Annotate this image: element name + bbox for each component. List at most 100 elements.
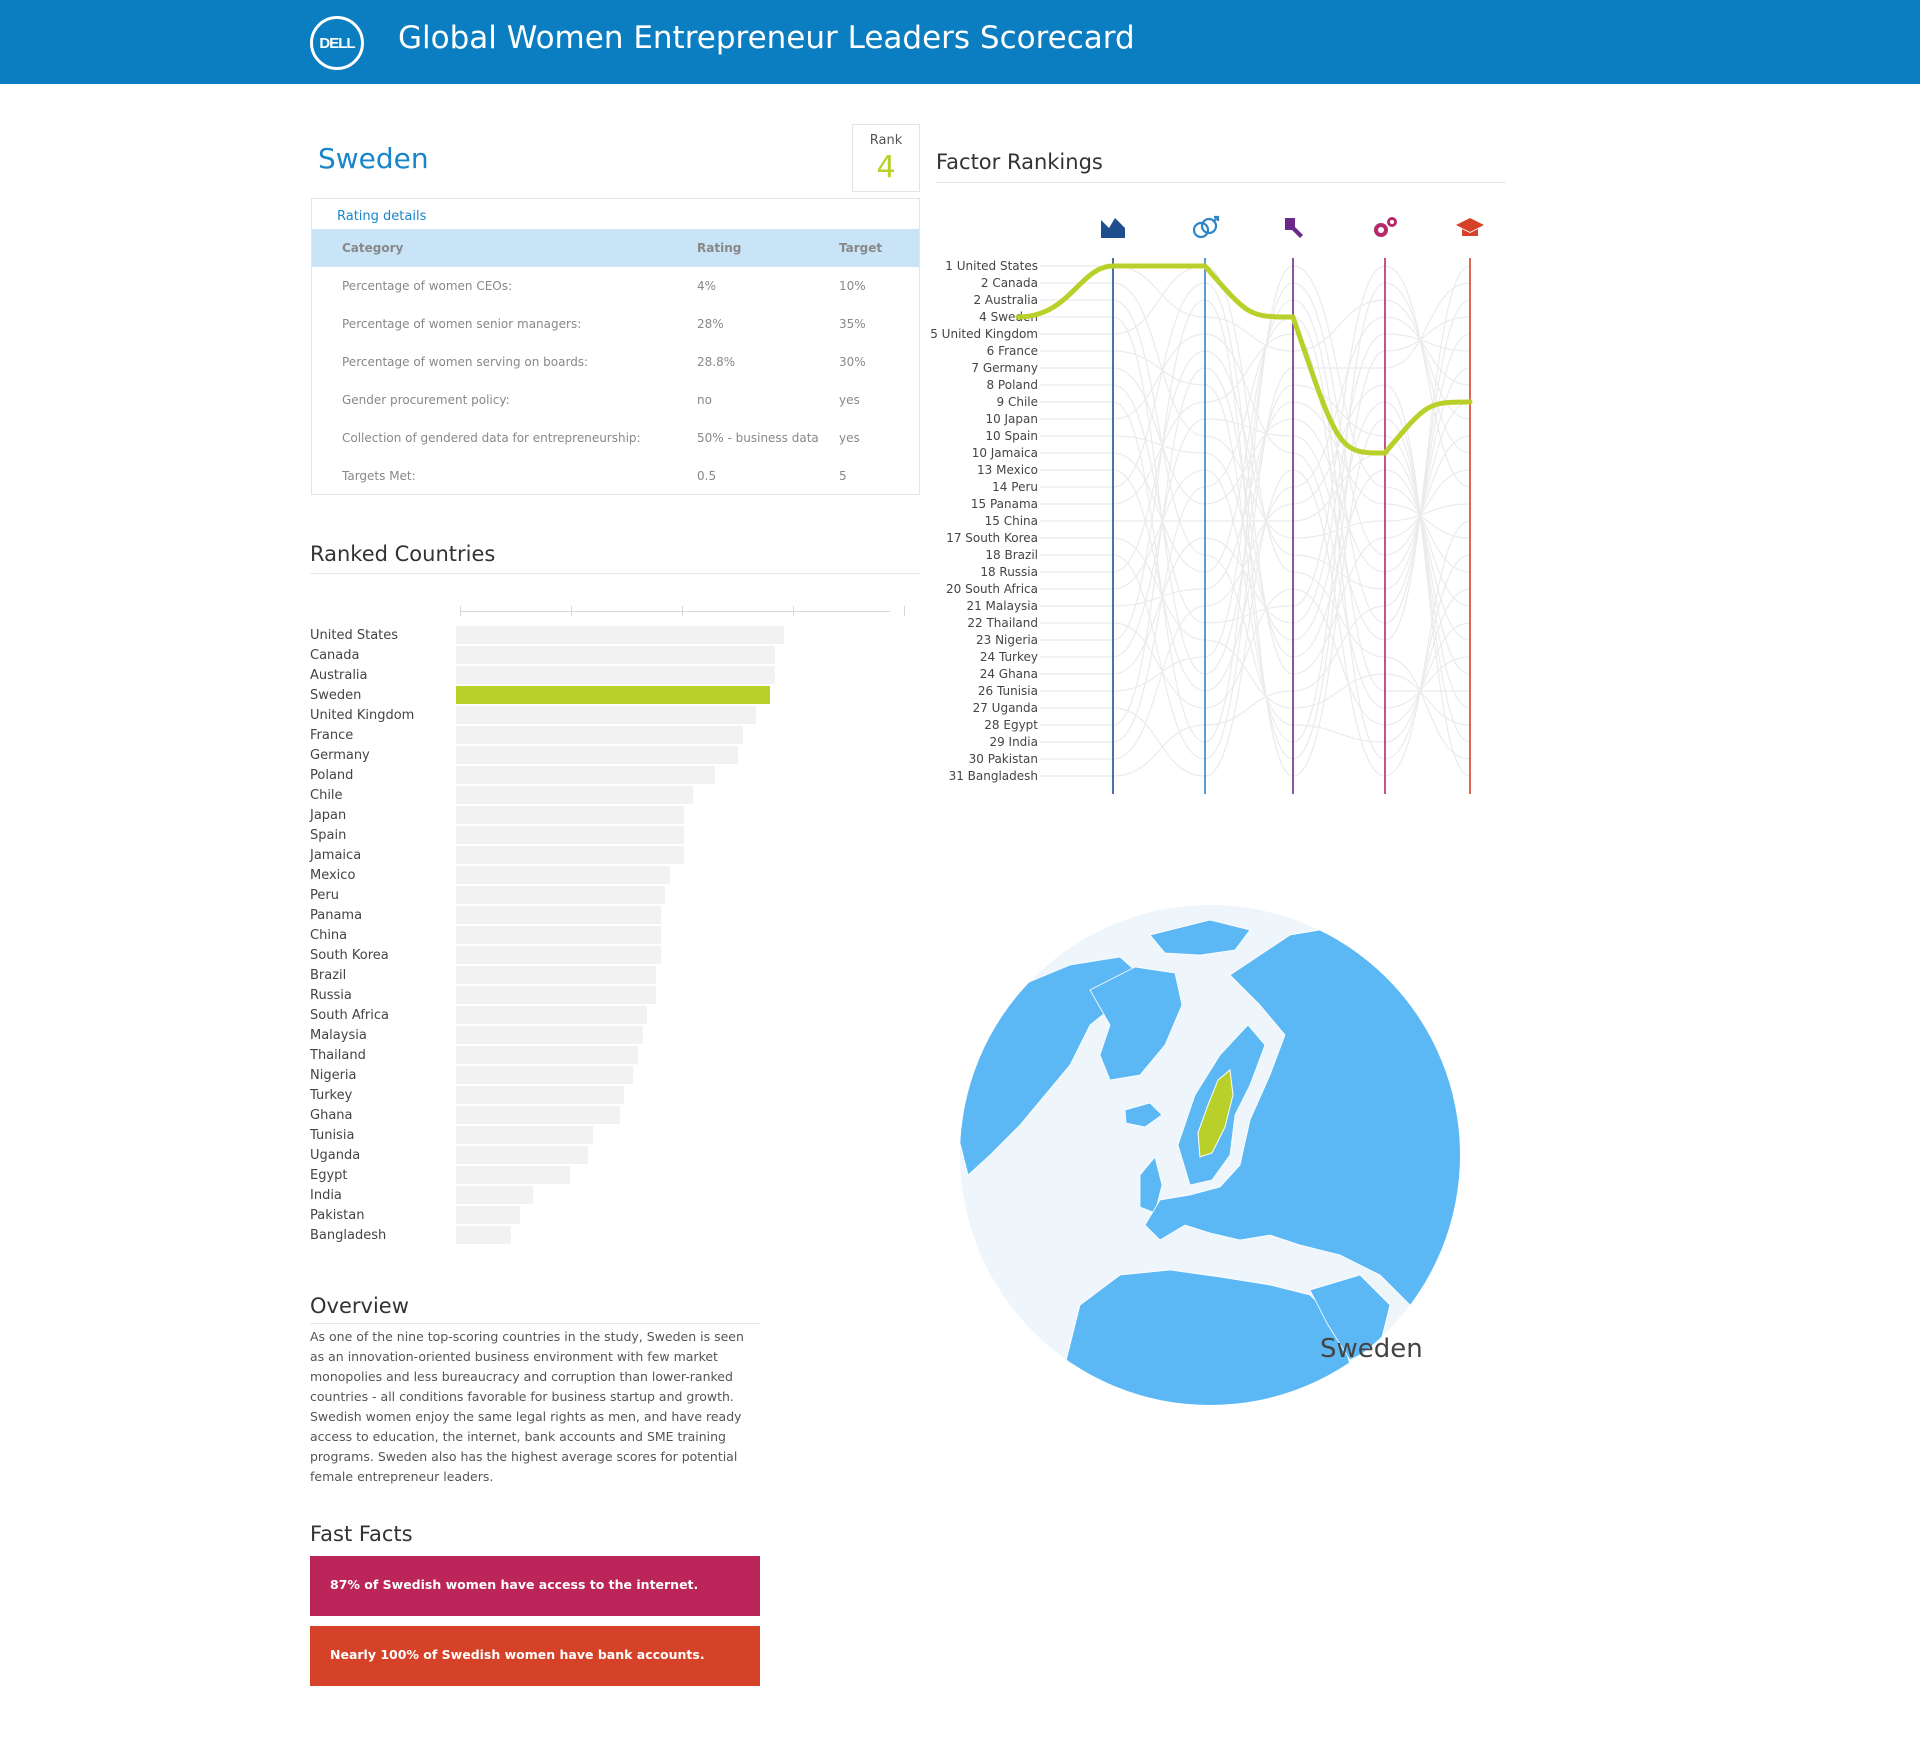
factor-rank-label[interactable]: 17 South Korea <box>946 531 1038 545</box>
factor-rank-label[interactable]: 22 Thailand <box>967 616 1038 630</box>
country-bar[interactable] <box>456 1006 647 1024</box>
country-bar-row[interactable]: Tunisia <box>310 1126 910 1146</box>
factor-rank-label[interactable]: 1 United States <box>945 259 1038 273</box>
factor-rank-label[interactable]: 10 Japan <box>985 412 1038 426</box>
country-bar[interactable] <box>456 1126 593 1144</box>
country-bar-row[interactable]: Bangladesh <box>310 1226 910 1246</box>
dell-logo[interactable]: DELL <box>310 16 364 70</box>
country-bar[interactable] <box>456 826 684 844</box>
country-bar-row[interactable]: Germany <box>310 746 910 766</box>
factor-rank-label[interactable]: 21 Malaysia <box>966 599 1038 613</box>
country-bar[interactable] <box>456 1226 511 1244</box>
factor-rank-label[interactable]: 15 China <box>985 514 1038 528</box>
country-bar-row[interactable]: Chile <box>310 786 910 806</box>
country-bar[interactable] <box>456 726 743 744</box>
country-bar[interactable] <box>456 1206 520 1224</box>
factor-rank-label[interactable]: 28 Egypt <box>984 718 1038 732</box>
country-bar-row[interactable]: Japan <box>310 806 910 826</box>
factor-rank-label[interactable]: 29 India <box>989 735 1038 749</box>
country-bar[interactable] <box>456 886 665 904</box>
factor-rank-label[interactable]: 27 Uganda <box>973 701 1038 715</box>
column-header-rating[interactable]: Rating <box>697 229 839 267</box>
country-bar-row[interactable]: India <box>310 1186 910 1206</box>
country-bar-row[interactable]: Uganda <box>310 1146 910 1166</box>
country-bar-row[interactable]: Poland <box>310 766 910 786</box>
country-bar-row[interactable]: Australia <box>310 666 910 686</box>
country-bar[interactable] <box>456 846 684 864</box>
factor-rank-label[interactable]: 10 Spain <box>985 429 1038 443</box>
country-bar[interactable] <box>456 806 684 824</box>
rating-details-link[interactable]: Rating details <box>337 209 426 224</box>
country-bar-row[interactable]: Sweden <box>310 686 910 706</box>
factor-rank-label[interactable]: 2 Canada <box>981 276 1038 290</box>
country-bar[interactable] <box>456 626 784 644</box>
factor-rank-label[interactable]: 8 Poland <box>986 378 1038 392</box>
country-bar-row[interactable]: Jamaica <box>310 846 910 866</box>
factor-rank-label[interactable]: 23 Nigeria <box>976 633 1038 647</box>
factor-rank-label[interactable]: 13 Mexico <box>977 463 1038 477</box>
fast-fact-card[interactable]: Nearly 100% of Swedish women have bank a… <box>310 1626 760 1686</box>
fast-fact-card[interactable]: 87% of Swedish women have access to the … <box>310 1556 760 1616</box>
factor-rank-label[interactable]: 20 South Africa <box>946 582 1038 596</box>
factor-rank-label[interactable]: 30 Pakistan <box>969 752 1038 766</box>
country-bar-row[interactable]: Peru <box>310 886 910 906</box>
factor-rank-label[interactable]: 26 Tunisia <box>978 684 1038 698</box>
country-bar-row[interactable]: Panama <box>310 906 910 926</box>
world-globe-map[interactable]: Sweden <box>950 895 1470 1415</box>
country-bar[interactable] <box>456 966 656 984</box>
country-bar-row[interactable]: Canada <box>310 646 910 666</box>
country-bar-row[interactable]: Spain <box>310 826 910 846</box>
area-chart-icon[interactable] <box>1101 218 1125 238</box>
country-bar[interactable] <box>456 1046 638 1064</box>
country-bar-row[interactable]: Russia <box>310 986 910 1006</box>
country-bar-row[interactable]: Pakistan <box>310 1206 910 1226</box>
column-header-target[interactable]: Target <box>839 229 919 267</box>
country-bar[interactable] <box>456 746 738 764</box>
factor-rank-label[interactable]: 7 Germany <box>971 361 1038 375</box>
country-bar-row[interactable]: Egypt <box>310 1166 910 1186</box>
gavel-icon[interactable] <box>1285 218 1303 238</box>
country-bar[interactable] <box>456 1086 624 1104</box>
factor-rank-label[interactable]: 24 Turkey <box>980 650 1038 664</box>
country-bar[interactable] <box>456 1166 570 1184</box>
factor-rank-label[interactable]: 31 Bangladesh <box>949 769 1038 783</box>
country-bar-row[interactable]: Ghana <box>310 1106 910 1126</box>
country-bar[interactable] <box>456 926 661 944</box>
country-bar-row[interactable]: Turkey <box>310 1086 910 1106</box>
country-bar[interactable] <box>456 666 775 684</box>
country-bar[interactable] <box>456 946 661 964</box>
country-bar-row[interactable]: Mexico <box>310 866 910 886</box>
country-bar[interactable] <box>456 1106 620 1124</box>
country-bar-row[interactable]: United States <box>310 626 910 646</box>
country-bar[interactable] <box>456 706 756 724</box>
factor-rank-label[interactable]: 10 Jamaica <box>972 446 1038 460</box>
country-bar[interactable] <box>456 786 693 804</box>
factor-rank-label[interactable]: 15 Panama <box>971 497 1038 511</box>
graduation-cap-icon[interactable] <box>1456 218 1484 236</box>
column-header-category[interactable]: Category <box>312 229 697 267</box>
factor-rank-label[interactable]: 18 Russia <box>980 565 1038 579</box>
country-bar[interactable] <box>456 1026 643 1044</box>
factor-rank-label[interactable]: 14 Peru <box>992 480 1038 494</box>
factor-rank-label[interactable]: 24 Ghana <box>980 667 1038 681</box>
country-bar[interactable] <box>456 1146 588 1164</box>
gears-icon[interactable] <box>1374 217 1397 237</box>
country-bar-row[interactable]: Nigeria <box>310 1066 910 1086</box>
country-bar[interactable] <box>456 986 656 1004</box>
country-bar-row[interactable]: United Kingdom <box>310 706 910 726</box>
country-bar[interactable] <box>456 646 775 664</box>
country-bar[interactable] <box>456 866 670 884</box>
gender-icon[interactable] <box>1192 215 1220 239</box>
country-bar-row[interactable]: France <box>310 726 910 746</box>
factor-rank-label[interactable]: 6 France <box>987 344 1038 358</box>
country-bar[interactable] <box>456 686 770 704</box>
country-bar-row[interactable]: South Korea <box>310 946 910 966</box>
factor-rank-label[interactable]: 2 Australia <box>973 293 1038 307</box>
country-bar-row[interactable]: Malaysia <box>310 1026 910 1046</box>
country-bar[interactable] <box>456 766 715 784</box>
country-bar-row[interactable]: Thailand <box>310 1046 910 1066</box>
factor-rank-label[interactable]: 5 United Kingdom <box>930 327 1038 341</box>
country-bar-row[interactable]: South Africa <box>310 1006 910 1026</box>
factor-rank-label[interactable]: 18 Brazil <box>985 548 1038 562</box>
country-bar[interactable] <box>456 1186 533 1204</box>
